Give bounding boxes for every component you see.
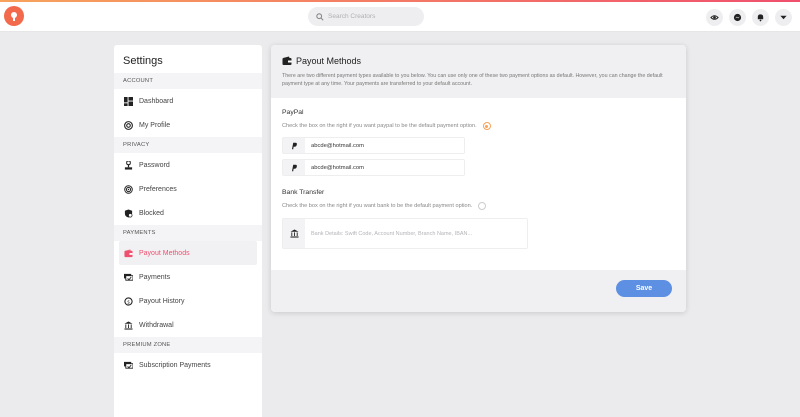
sidebar-item-label: Password xyxy=(139,161,170,169)
dashboard-icon xyxy=(123,96,133,106)
sidebar-item-dashboard[interactable]: Dashboard xyxy=(114,89,262,113)
top-bar xyxy=(0,2,800,32)
chevron-down-icon[interactable] xyxy=(775,9,792,26)
section-payments: PAYMENTS xyxy=(114,225,262,241)
section-privacy: PRIVACY xyxy=(114,137,262,153)
sidebar-item-password[interactable]: Password xyxy=(114,153,262,177)
settings-sidebar: Settings ACCOUNT Dashboard My Profile PR… xyxy=(114,45,262,417)
bank-icon xyxy=(283,219,305,248)
blocked-icon xyxy=(123,208,133,218)
sidebar-item-label: My Profile xyxy=(139,121,171,129)
bank-hint: Check the box on the right if you want b… xyxy=(282,203,473,209)
sidebar-item-payout-history[interactable]: $ Payout History xyxy=(114,289,262,313)
history-icon: $ xyxy=(123,296,133,306)
panel-title: Payout Methods xyxy=(296,56,362,66)
sidebar-item-label: Preferences xyxy=(139,185,177,193)
logo-icon[interactable] xyxy=(4,6,24,26)
bell-icon[interactable] xyxy=(752,9,769,26)
messenger-icon[interactable] xyxy=(729,9,746,26)
save-button[interactable]: Save xyxy=(616,280,672,297)
paypal-title: PayPal xyxy=(282,109,304,116)
preferences-icon xyxy=(123,184,133,194)
bank-transfer-title: Bank Transfer xyxy=(282,189,325,196)
sidebar-item-label: Dashboard xyxy=(139,97,174,105)
panel-description: There are two different payment types av… xyxy=(282,73,663,87)
panel-header: Payout Methods There are two different p… xyxy=(271,45,686,98)
svg-text:$: $ xyxy=(127,299,130,305)
subscription-icon xyxy=(123,360,133,370)
section-premium-zone: PREMIUM ZONE xyxy=(114,337,262,353)
wallet-icon xyxy=(123,248,133,258)
wallet-icon xyxy=(282,56,292,66)
search-box[interactable] xyxy=(308,7,424,26)
payments-icon xyxy=(123,272,133,282)
payout-methods-panel: Payout Methods There are two different p… xyxy=(271,45,686,312)
panel-footer: Save xyxy=(271,270,686,312)
profile-icon xyxy=(123,120,133,130)
paypal-icon xyxy=(283,160,305,175)
sidebar-item-label: Payments xyxy=(139,273,171,281)
paypal-icon xyxy=(283,138,305,153)
section-account: ACCOUNT xyxy=(114,73,262,89)
bank-details-row xyxy=(282,218,528,249)
sidebar-item-payout-methods[interactable]: Payout Methods xyxy=(119,241,257,265)
bank-default-radio[interactable] xyxy=(478,202,487,210)
search-icon xyxy=(316,8,324,26)
bank-details-input[interactable] xyxy=(305,219,527,248)
sidebar-item-payments[interactable]: Payments xyxy=(114,265,262,289)
password-icon xyxy=(123,160,133,170)
sidebar-item-preferences[interactable]: Preferences xyxy=(114,177,262,201)
sidebar-item-label: Blocked xyxy=(139,209,164,217)
sidebar-item-label: Withdrawal xyxy=(139,321,174,329)
paypal-email-row xyxy=(282,137,465,154)
paypal-email-input[interactable] xyxy=(305,160,464,175)
panel-body: PayPal Check the box on the right if you… xyxy=(271,98,686,270)
sidebar-item-label: Payout History xyxy=(139,297,185,305)
sidebar-item-label: Payout Methods xyxy=(139,249,190,257)
paypal-email-input[interactable] xyxy=(305,138,464,153)
search-input[interactable] xyxy=(328,13,414,20)
paypal-hint: Check the box on the right if you want p… xyxy=(282,123,477,129)
sidebar-title: Settings xyxy=(123,55,163,67)
eye-icon[interactable] xyxy=(706,9,723,26)
sidebar-item-withdrawal[interactable]: Withdrawal xyxy=(114,313,262,337)
sidebar-item-subscription-payments[interactable]: Subscription Payments xyxy=(114,353,262,377)
bank-icon xyxy=(123,320,133,330)
sidebar-item-label: Subscription Payments xyxy=(139,361,211,369)
sidebar-item-blocked[interactable]: Blocked xyxy=(114,201,262,225)
paypal-email-row xyxy=(282,159,465,176)
paypal-default-radio[interactable] xyxy=(482,122,491,130)
sidebar-item-my-profile[interactable]: My Profile xyxy=(114,113,262,137)
